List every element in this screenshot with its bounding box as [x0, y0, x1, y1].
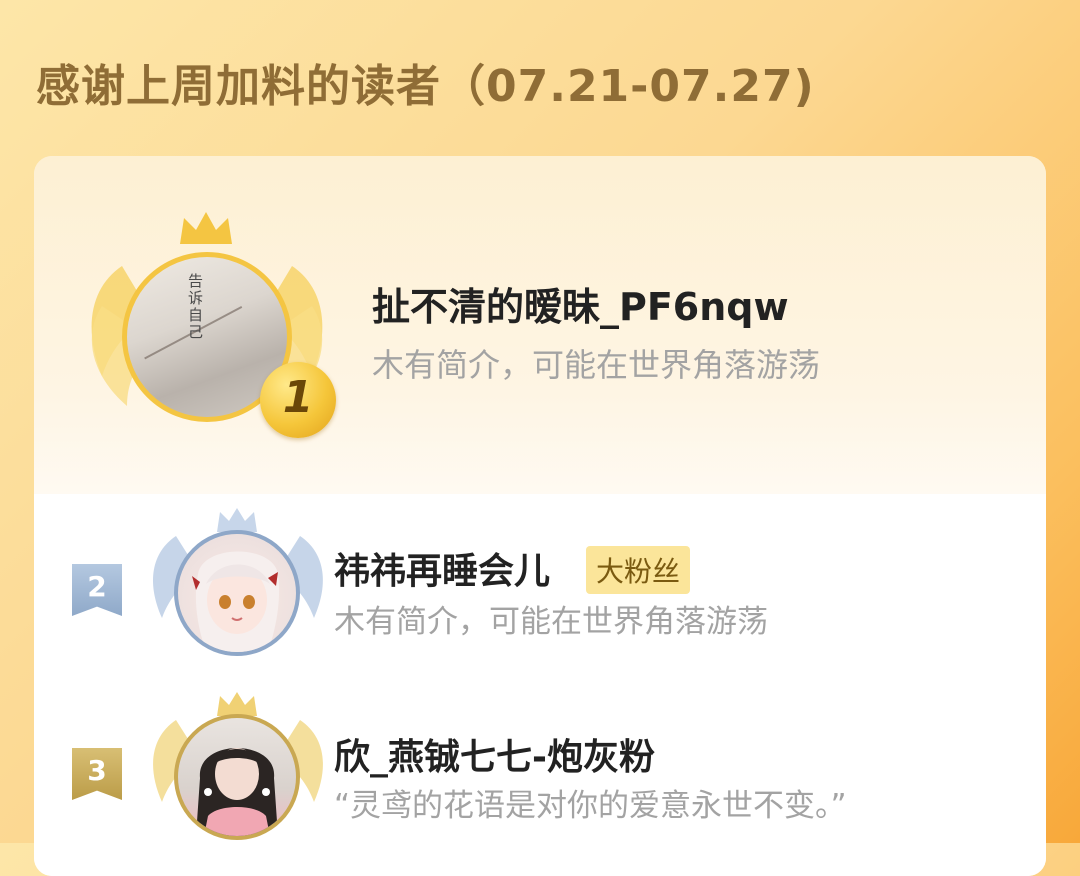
girl-photo-avatar-icon: [196, 748, 278, 836]
page-title: 感谢上周加料的读者（07.21-07.27): [36, 61, 815, 112]
fan-level-badge: 大粉丝: [586, 546, 691, 594]
reader-name-rank-1[interactable]: 扯不清的暧昧_PF6nqw: [372, 276, 789, 331]
rank-2-number: 2: [87, 570, 107, 603]
reader-bio-rank-3: “灵鸢的花语是对你的爱意永世不变。”: [334, 788, 847, 824]
avatar-rank-3[interactable]: [174, 714, 300, 840]
anime-girl-avatar-icon: [192, 551, 280, 652]
gold-crown-icon: [180, 212, 232, 244]
avatar-rank-2[interactable]: [174, 530, 300, 656]
avatar-poster-text: 告诉自己: [186, 273, 204, 341]
reader-bio-rank-1: 木有简介，可能在世界角落游荡: [372, 346, 821, 384]
reader-name-rank-2[interactable]: 祎祎再睡会儿: [334, 542, 550, 594]
rank-1-number: 1: [282, 372, 314, 423]
reader-bio-rank-2: 木有简介，可能在世界角落游荡: [334, 604, 768, 640]
reader-ranking-card: 告诉自己 1 扯不清的暧昧_PF6nqw 木有简介，可能在世界角落游荡 2 祎祎…: [34, 156, 1046, 876]
rank-3-number: 3: [87, 754, 107, 787]
reader-name-rank-3[interactable]: 欣_燕铖七七-炮灰粉: [334, 728, 655, 780]
rank-1-medal-icon: 1: [260, 362, 336, 438]
